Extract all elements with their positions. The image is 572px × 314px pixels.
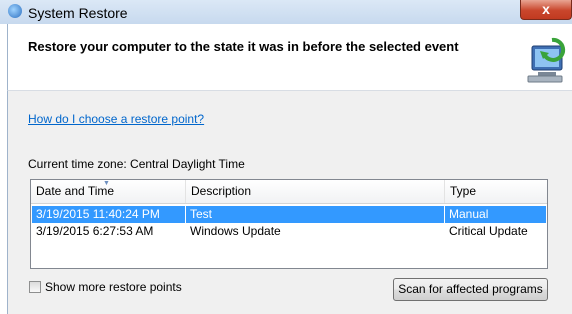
column-header-description[interactable]: Description bbox=[186, 180, 445, 203]
column-header-date[interactable]: Date and Time ▼ bbox=[31, 180, 186, 203]
header-panel: Restore your computer to the state it wa… bbox=[7, 24, 572, 90]
row-date: 3/19/2015 6:27:53 AM bbox=[36, 224, 154, 238]
table-row[interactable]: 3/19/2015 6:27:53 AM Windows Update Crit… bbox=[32, 223, 546, 240]
list-header: Date and Time ▼ Description Type bbox=[31, 180, 547, 204]
help-link[interactable]: How do I choose a restore point? bbox=[28, 112, 204, 126]
sort-arrow-icon: ▼ bbox=[103, 180, 110, 187]
row-type: Manual bbox=[444, 206, 546, 223]
window-title: System Restore bbox=[28, 5, 128, 21]
title-bar[interactable]: System Restore x bbox=[0, 0, 572, 24]
column-header-type[interactable]: Type bbox=[445, 180, 547, 203]
restore-points-list[interactable]: Date and Time ▼ Description Type 3/19/20… bbox=[30, 179, 548, 269]
row-type: Critical Update bbox=[449, 224, 528, 238]
table-row[interactable]: 3/19/2015 11:40:24 PM Test Manual bbox=[32, 206, 546, 223]
row-description: Test bbox=[185, 206, 444, 223]
row-description: Windows Update bbox=[190, 224, 281, 238]
scan-affected-programs-button[interactable]: Scan for affected programs bbox=[393, 278, 548, 301]
close-button[interactable]: x bbox=[520, 0, 572, 20]
timezone-label: Current time zone: Central Daylight Time bbox=[28, 157, 245, 171]
page-heading: Restore your computer to the state it wa… bbox=[28, 39, 459, 54]
row-date: 3/19/2015 11:40:24 PM bbox=[36, 207, 160, 221]
close-icon: x bbox=[542, 1, 550, 17]
computer-restore-arrow-icon bbox=[527, 37, 566, 83]
show-more-label: Show more restore points bbox=[45, 280, 182, 294]
system-restore-icon bbox=[8, 4, 22, 18]
show-more-checkbox[interactable] bbox=[29, 281, 41, 293]
